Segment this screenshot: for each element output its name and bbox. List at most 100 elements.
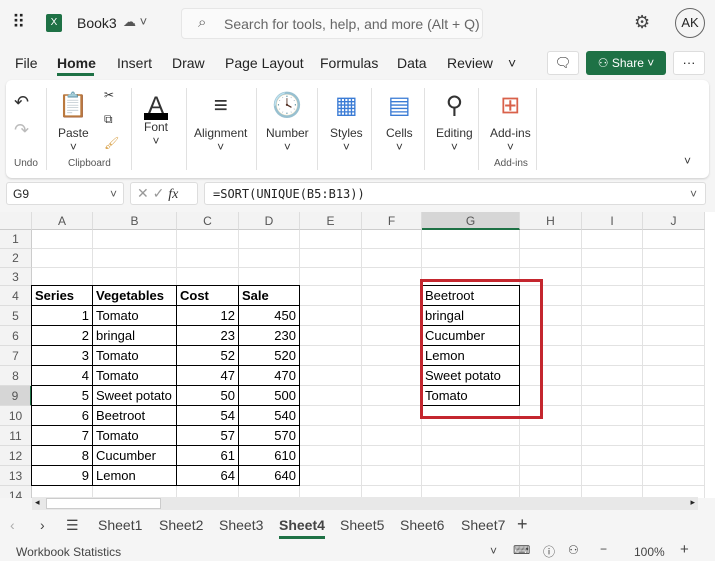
cell[interactable] [422, 466, 520, 486]
table-cell[interactable]: 57 [176, 425, 239, 446]
table-cell[interactable]: 50 [176, 385, 239, 406]
table-cell[interactable]: 6 [31, 405, 93, 426]
cell[interactable] [520, 446, 582, 466]
table-cell[interactable]: 610 [238, 445, 300, 466]
table-cell[interactable]: Tomato [92, 305, 177, 326]
column-header-D[interactable]: D [239, 212, 300, 230]
table-cell[interactable]: 450 [238, 305, 300, 326]
cell[interactable] [582, 249, 643, 268]
row-header-3[interactable]: 3 [0, 268, 32, 286]
sheet-tab-sheet7[interactable]: Sheet7 [461, 517, 505, 533]
cell[interactable] [422, 446, 520, 466]
more-tabs-chevron-icon[interactable]: ˅ [508, 55, 516, 71]
table-cell[interactable]: 520 [238, 345, 300, 366]
table-cell[interactable]: 61 [176, 445, 239, 466]
cells-button[interactable]: ▤ Cells ˅ [386, 86, 413, 154]
table-cell[interactable]: 640 [238, 465, 300, 486]
column-header-B[interactable]: B [93, 212, 177, 230]
workbook-statistics[interactable]: Workbook Statistics [16, 545, 121, 559]
table-header[interactable]: Vegetables [92, 285, 177, 306]
cell[interactable] [300, 249, 362, 268]
app-launcher-icon[interactable]: ⠿ [12, 12, 25, 33]
paste-button[interactable]: 📋 Paste ˅ [58, 86, 89, 154]
cell[interactable] [643, 268, 705, 286]
table-cell[interactable]: 12 [176, 305, 239, 326]
cell[interactable] [300, 286, 362, 306]
table-cell[interactable]: Tomato [92, 345, 177, 366]
cell[interactable] [300, 306, 362, 326]
name-box[interactable]: G9 ˅ [6, 182, 124, 205]
cell[interactable] [239, 249, 300, 268]
keyboard-icon[interactable]: ⌨ [513, 543, 530, 557]
all-sheets-menu-icon[interactable]: ☰ [66, 517, 79, 534]
table-cell[interactable]: 7 [31, 425, 93, 446]
cell[interactable] [582, 426, 643, 446]
cell[interactable] [422, 249, 520, 268]
number-button[interactable]: 🕓 Number ˅ [266, 86, 309, 154]
cell[interactable] [643, 386, 705, 406]
row-header-14[interactable]: 14 [0, 486, 32, 498]
comments-button[interactable]: 🗨 [547, 51, 579, 75]
table-cell[interactable]: 1 [31, 305, 93, 326]
cell[interactable] [362, 366, 422, 386]
zoom-in-icon[interactable]: + [680, 541, 689, 558]
cell[interactable] [93, 230, 177, 249]
cell[interactable] [422, 426, 520, 446]
scrollbar-thumb[interactable] [46, 498, 161, 509]
table-cell[interactable]: Tomato [92, 365, 177, 386]
search-input[interactable]: ⌕ Search for tools, help, and more (Alt +… [181, 8, 483, 39]
gear-icon[interactable]: ⚙ [634, 12, 650, 33]
cell[interactable] [300, 230, 362, 249]
table-cell[interactable]: 52 [176, 345, 239, 366]
column-header-A[interactable]: A [32, 212, 93, 230]
cell[interactable] [300, 366, 362, 386]
cell[interactable] [32, 249, 93, 268]
alignment-button[interactable]: ≡ Alignment ˅ [194, 86, 247, 154]
row-header-10[interactable]: 10 [0, 406, 32, 426]
styles-button[interactable]: ▦ Styles ˅ [330, 86, 363, 154]
horizontal-scrollbar[interactable]: ◂ ▸ [32, 497, 698, 510]
cell[interactable] [643, 286, 705, 306]
next-sheet-icon[interactable]: › [40, 517, 45, 533]
avatar[interactable]: AK [675, 8, 705, 38]
table-cell[interactable]: 540 [238, 405, 300, 426]
cell[interactable] [362, 346, 422, 366]
cell[interactable] [32, 268, 93, 286]
cell[interactable] [362, 306, 422, 326]
cell[interactable] [520, 466, 582, 486]
row-header-5[interactable]: 5 [0, 306, 32, 326]
cell[interactable] [177, 230, 239, 249]
table-cell[interactable]: 2 [31, 325, 93, 346]
table-header[interactable]: Sale [238, 285, 300, 306]
cell[interactable] [239, 268, 300, 286]
table-cell[interactable]: 47 [176, 365, 239, 386]
redo-icon[interactable]: ↷ [14, 120, 29, 141]
cell[interactable] [643, 326, 705, 346]
editing-button[interactable]: ⚲ Editing ˅ [436, 86, 473, 154]
table-cell[interactable]: 54 [176, 405, 239, 426]
help-icon[interactable]: ⓘ [543, 543, 555, 560]
cell[interactable] [362, 466, 422, 486]
cell[interactable] [582, 286, 643, 306]
expand-ribbon-chevron-icon[interactable]: ˅ [684, 154, 691, 168]
feedback-icon[interactable]: ⚇ [568, 543, 579, 557]
tab-review[interactable]: Review [447, 55, 493, 71]
cell[interactable] [362, 230, 422, 249]
row-header-11[interactable]: 11 [0, 426, 32, 446]
table-cell[interactable]: 470 [238, 365, 300, 386]
cell[interactable] [362, 426, 422, 446]
cell[interactable] [643, 446, 705, 466]
more-options-button[interactable]: ··· [673, 51, 705, 75]
file-name[interactable]: Book3 [77, 15, 117, 31]
scroll-right-icon[interactable]: ▸ [690, 497, 695, 508]
table-header[interactable]: Series [31, 285, 93, 306]
cell[interactable] [362, 386, 422, 406]
confirm-icon[interactable]: ✓ [153, 185, 165, 201]
zoom-out-icon[interactable]: − [600, 542, 607, 556]
cell[interactable] [643, 346, 705, 366]
cell[interactable] [300, 268, 362, 286]
row-header-9[interactable]: 9 [0, 386, 32, 406]
cell[interactable] [239, 230, 300, 249]
table-cell[interactable]: Cucumber [92, 445, 177, 466]
cell[interactable] [643, 230, 705, 249]
